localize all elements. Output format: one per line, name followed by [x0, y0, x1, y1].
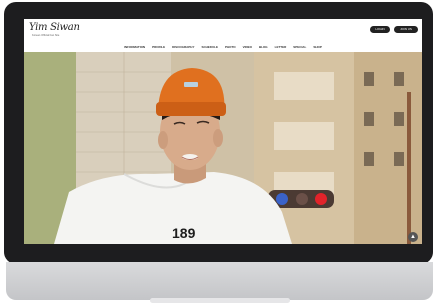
monitor-stand	[150, 298, 290, 303]
hero-photo: 189	[24, 52, 422, 244]
site-tagline: Korean Official Fan Site	[32, 34, 60, 37]
nav-item-profile[interactable]: PROFILE	[152, 45, 165, 49]
join-button[interactable]: JOIN US	[394, 26, 418, 33]
main-nav: INFORMATION PROFILE DISCOGRAPHY SCHEDULE…	[24, 41, 422, 52]
hero-image: 189 ▲	[24, 52, 422, 244]
nav-item-photo[interactable]: PHOTO	[225, 45, 236, 49]
shirt-print: 189	[172, 225, 196, 241]
scroll-up-icon[interactable]: ▲	[408, 232, 418, 242]
nav-item-special[interactable]: SPECIAL	[293, 45, 306, 49]
nav-item-discography[interactable]: DISCOGRAPHY	[172, 45, 194, 49]
traffic-light-blue	[276, 193, 288, 205]
nav-item-schedule[interactable]: SCHEDULE	[201, 45, 218, 49]
login-button[interactable]: LOGIN	[370, 26, 390, 33]
nav-item-letter[interactable]: LETTER	[275, 45, 287, 49]
traffic-light-off	[296, 193, 308, 205]
nav-item-information[interactable]: INFORMATION	[124, 45, 145, 49]
site-logo[interactable]: Yim Siwan	[29, 22, 80, 33]
nav-item-shop[interactable]: SHOP	[313, 45, 322, 49]
site-header: Yim Siwan Korean Official Fan Site LOGIN…	[24, 19, 422, 41]
nav-item-blog[interactable]: BLOG	[259, 45, 268, 49]
monitor-chin	[6, 262, 433, 300]
monitor-screen: Yim Siwan Korean Official Fan Site LOGIN…	[24, 19, 422, 244]
traffic-light-red	[315, 193, 327, 205]
nav-item-video[interactable]: VIDEO	[243, 45, 252, 49]
